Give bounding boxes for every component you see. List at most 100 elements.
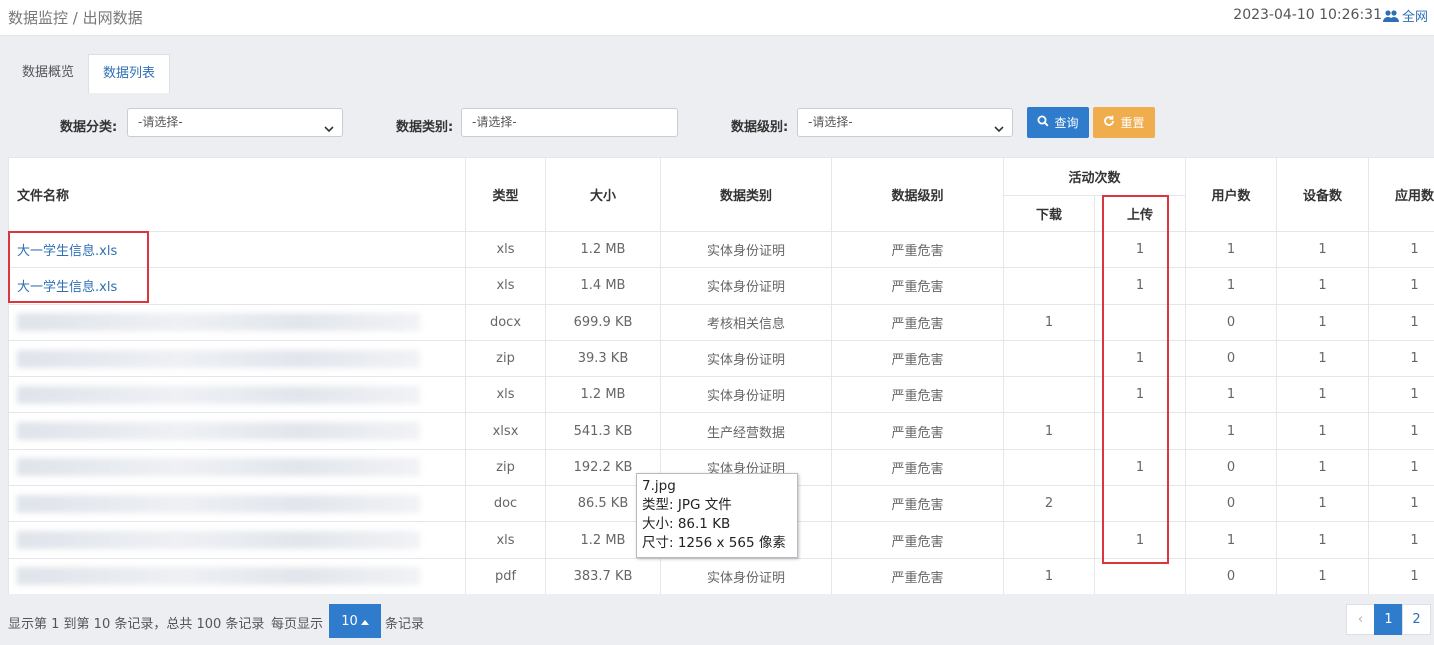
cell-devices: 1 xyxy=(1276,412,1370,450)
cell-size: 1.2 MB xyxy=(545,376,661,414)
cell-upload: 1 xyxy=(1093,267,1187,305)
cell-type: zip xyxy=(465,339,546,378)
blurred-filename xyxy=(17,422,421,441)
table-row[interactable]: zip 39.3 KB 实体身份证明 严重危害 1 0 1 1 xyxy=(8,339,1434,378)
cell-devices: 1 xyxy=(1276,376,1370,414)
level-select[interactable]: -请选择- xyxy=(797,108,1013,137)
cell-level: 严重危害 xyxy=(831,303,1004,341)
cell-devices: 1 xyxy=(1276,448,1370,487)
header-download[interactable]: 下载 xyxy=(1003,195,1095,232)
tooltip-size: 大小: 86.1 KB xyxy=(642,516,731,532)
table-row[interactable]: docx 699.9 KB 考核相关信息 严重危害 1 0 1 1 xyxy=(8,303,1434,341)
cell-type: zip xyxy=(465,448,546,487)
cell-apps: 1 xyxy=(1368,303,1434,341)
table-row[interactable]: 大一学生信息.xls xls 1.2 MB 实体身份证明 严重危害 1 1 1 1 xyxy=(8,230,1434,269)
pagination: ‹ 1 2 xyxy=(1346,604,1431,635)
cell-category: 实体身份证明 xyxy=(660,339,832,378)
cell-devices: 1 xyxy=(1276,230,1370,269)
cell-category: 实体身份证明 xyxy=(660,230,832,269)
cell-type: xlsx xyxy=(465,412,546,450)
cell-upload xyxy=(1093,303,1187,341)
table-row[interactable]: xls 1.2 MB 实体身份证明 严重危害 1 1 1 1 xyxy=(8,376,1434,414)
cell-size: 1.2 MB xyxy=(545,230,661,269)
cell-level: 严重危害 xyxy=(831,376,1004,414)
per-page-suffix: 条记录 xyxy=(385,617,425,632)
tooltip-type: 类型: JPG 文件 xyxy=(642,497,732,513)
cell-filename xyxy=(8,485,466,523)
level-filter-label: 数据级别: xyxy=(731,120,789,135)
cell-devices: 1 xyxy=(1276,303,1370,341)
cell-category: 生产经营数据 xyxy=(660,412,832,450)
cell-level: 严重危害 xyxy=(831,521,1004,559)
header-size[interactable]: 大小 xyxy=(545,157,661,232)
cell-users: 0 xyxy=(1185,557,1278,594)
cell-devices: 1 xyxy=(1276,521,1370,559)
cell-users: 1 xyxy=(1185,412,1278,450)
blurred-filename xyxy=(17,313,421,332)
cell-devices: 1 xyxy=(1276,339,1370,378)
header-apps[interactable]: 应用数 xyxy=(1368,157,1434,232)
header-upload[interactable]: 上传 xyxy=(1093,195,1187,232)
cell-type: xls xyxy=(465,376,546,414)
tab-data-overview[interactable]: 数据概览 xyxy=(8,54,88,92)
table-row[interactable]: xlsx 541.3 KB 生产经营数据 严重危害 1 1 1 1 xyxy=(8,412,1434,450)
cell-level: 严重危害 xyxy=(831,557,1004,594)
search-icon xyxy=(1037,115,1049,130)
header-data-category[interactable]: 数据类别 xyxy=(660,157,832,232)
header-data-level[interactable]: 数据级别 xyxy=(831,157,1004,232)
type-input-placeholder: -请选择- xyxy=(472,115,517,129)
header-users[interactable]: 用户数 xyxy=(1185,157,1278,232)
cell-devices: 1 xyxy=(1276,485,1370,523)
cell-download: 1 xyxy=(1003,303,1095,341)
cell-category: 实体身份证明 xyxy=(660,376,832,414)
cell-size: 699.9 KB xyxy=(545,303,661,341)
cell-apps: 1 xyxy=(1368,521,1434,559)
breadcrumb: 数据监控 / 出网数据 xyxy=(8,9,143,27)
network-scope-label: 全网 xyxy=(1401,10,1428,25)
cell-filename xyxy=(8,376,466,414)
cell-download xyxy=(1003,521,1095,559)
cell-filename[interactable]: 大一学生信息.xls xyxy=(8,267,466,305)
header-devices[interactable]: 设备数 xyxy=(1276,157,1370,232)
blurred-filename xyxy=(17,385,421,404)
cell-filename xyxy=(8,448,466,487)
chevron-down-icon xyxy=(324,117,334,144)
cell-level: 严重危害 xyxy=(831,267,1004,305)
cell-apps: 1 xyxy=(1368,485,1434,523)
level-select-value: -请选择- xyxy=(808,115,853,129)
cell-level: 严重危害 xyxy=(831,230,1004,269)
reset-button[interactable]: 重置 xyxy=(1093,107,1155,138)
category-select[interactable]: -请选择- xyxy=(127,108,343,137)
cell-level: 严重危害 xyxy=(831,412,1004,450)
page-size-dropdown[interactable]: 10 xyxy=(329,604,381,638)
network-scope[interactable]: 全网 xyxy=(1382,6,1428,25)
cell-level: 严重危害 xyxy=(831,448,1004,487)
cell-upload: 1 xyxy=(1093,376,1187,414)
cell-filename[interactable]: 大一学生信息.xls xyxy=(8,230,466,269)
cell-type: doc xyxy=(465,485,546,523)
cell-type: xls xyxy=(465,521,546,559)
pagination-prev[interactable]: ‹ xyxy=(1346,604,1375,635)
tab-data-list[interactable]: 数据列表 xyxy=(88,54,171,93)
cell-apps: 1 xyxy=(1368,339,1434,378)
pagination-page-2[interactable]: 2 xyxy=(1402,604,1431,635)
type-input[interactable]: -请选择- xyxy=(461,108,678,137)
cell-filename xyxy=(8,303,466,341)
cell-download xyxy=(1003,448,1095,487)
cell-upload: 1 xyxy=(1093,521,1187,559)
header-type[interactable]: 类型 xyxy=(465,157,546,232)
header-filename[interactable]: 文件名称 xyxy=(8,157,466,232)
blurred-filename xyxy=(17,494,421,513)
cell-users: 0 xyxy=(1185,339,1278,378)
page-size-value: 10 xyxy=(341,613,358,629)
cell-apps: 1 xyxy=(1368,412,1434,450)
table-row[interactable]: 大一学生信息.xls xls 1.4 MB 实体身份证明 严重危害 1 1 1 1 xyxy=(8,267,1434,305)
search-button-label: 查询 xyxy=(1054,116,1079,130)
cell-download xyxy=(1003,339,1095,378)
cell-type: pdf xyxy=(465,557,546,594)
search-button[interactable]: 查询 xyxy=(1027,107,1089,138)
cell-filename xyxy=(8,557,466,594)
table-row[interactable]: pdf 383.7 KB 实体身份证明 严重危害 1 0 1 1 xyxy=(8,557,1434,594)
pagination-page-1[interactable]: 1 xyxy=(1374,604,1403,635)
filter-bar: 数据分类: -请选择- 数据类别: -请选择- 数据级别: -请选择- 查询 重… xyxy=(0,92,1434,154)
